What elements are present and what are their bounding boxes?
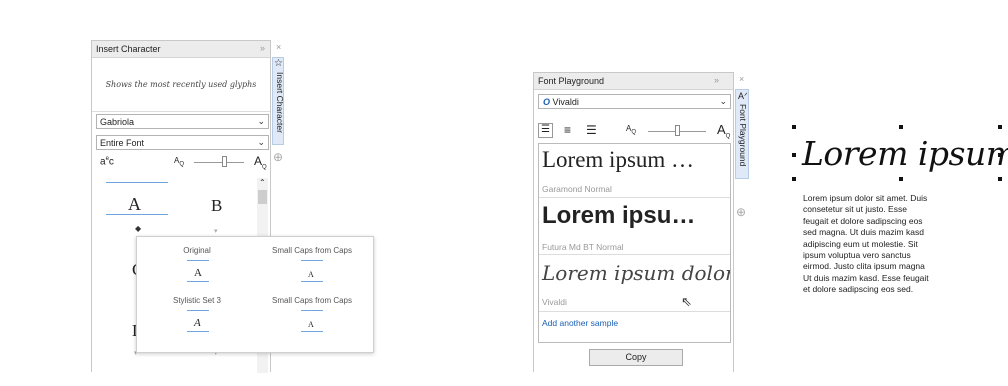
copy-button[interactable]: Copy — [589, 349, 683, 366]
body-line: sed magna. Ut duis mazim kasd — [803, 227, 924, 238]
collapse-icon[interactable]: » — [260, 43, 265, 53]
body-line: et dolore sadipscing eos sed. — [803, 284, 914, 295]
variant-baseline — [301, 281, 323, 282]
glyph-cell-b[interactable]: B — [211, 196, 222, 216]
canvas-heading[interactable]: Lorem ipsum — [802, 134, 1008, 173]
font-dropdown[interactable]: Gabriola ⌄ — [96, 114, 269, 129]
variant-label: Original — [183, 246, 211, 255]
variant-glyph[interactable]: A — [194, 317, 201, 329]
zoom-large-icon[interactable]: AQ — [254, 154, 267, 170]
sample-divider — [539, 197, 730, 198]
recent-glyphs-area: Shows the most recently used glyphs — [92, 58, 270, 112]
glyph-variants-popup: Original A Small Caps from Caps A Stylis… — [136, 236, 374, 353]
sample-divider — [539, 311, 730, 312]
variant-glyph[interactable]: A — [194, 267, 202, 279]
zoom-small-icon[interactable]: AQ — [174, 156, 184, 168]
selection-handle[interactable] — [998, 153, 1002, 157]
glyph-case-icon[interactable]: aec — [100, 156, 114, 167]
body-line: ipsum voluptua vero sanctus — [803, 250, 911, 261]
side-tab-label: Insert Character — [275, 72, 285, 133]
variant-topline — [301, 260, 323, 261]
star-icon: ☆ — [274, 58, 283, 69]
zoom-large-icon[interactable]: AQ — [717, 122, 730, 140]
variant-topline — [187, 310, 209, 311]
variant-topline — [187, 260, 209, 261]
range-dropdown-value: Entire Font — [100, 138, 145, 148]
playground-font-name: Vivaldi — [552, 97, 579, 107]
view-mode-paragraph-button[interactable]: ≡ — [564, 123, 571, 137]
sample-font-name: Futura Md BT Normal — [542, 242, 624, 252]
sample-text-garamond[interactable]: Lorem ipsum … — [542, 147, 694, 173]
body-line: Lorem ipsum dolor sit amet. Duis — [803, 193, 928, 203]
variant-label: Small Caps from Caps — [271, 296, 353, 305]
scrollbar-thumb[interactable] — [258, 190, 267, 204]
sample-font-name: Garamond Normal — [542, 184, 612, 194]
selection-handle[interactable] — [792, 125, 796, 129]
body-line: eirmod. Justo clita ipsum magna — [803, 261, 925, 272]
chevron-down-icon: ⌄ — [719, 96, 727, 106]
selection-handle[interactable] — [899, 125, 903, 129]
glyph-cell-a[interactable]: A — [128, 194, 141, 215]
view-mode-single-line-button[interactable]: ☰ — [538, 123, 553, 138]
glyph-variant-marker: ◆ — [135, 224, 142, 233]
variant-baseline — [301, 331, 323, 332]
insert-character-side-tab[interactable]: ☆ Insert Character — [272, 57, 285, 145]
glyph-baseline — [106, 182, 168, 183]
close-icon[interactable]: × — [739, 74, 744, 84]
selection-handle[interactable] — [792, 177, 796, 181]
range-dropdown[interactable]: Entire Font ⌄ — [96, 135, 269, 150]
variant-topline — [301, 310, 323, 311]
zoom-slider[interactable] — [194, 162, 244, 163]
selection-handle[interactable] — [792, 153, 796, 157]
add-docker-icon[interactable]: ⊕ — [273, 150, 283, 164]
zoom-small-icon[interactable]: AQ — [626, 124, 636, 136]
selection-handle[interactable] — [899, 177, 903, 181]
add-docker-icon[interactable]: ⊕ — [736, 205, 746, 219]
chevron-down-icon: ⌄ — [257, 137, 265, 147]
font-playground-side-tab[interactable]: Aᐟ Font Playground — [735, 89, 749, 179]
side-tab-label: Font Playground — [738, 104, 748, 167]
variant-glyph[interactable]: A — [308, 270, 314, 279]
samples-area: Lorem ipsum … Garamond Normal Lorem ipsu… — [538, 143, 731, 343]
body-line: consetetur sit ut justo. Esse — [803, 204, 907, 215]
playground-font-dropdown[interactable]: O Vivaldi ⌄ — [538, 94, 731, 109]
view-mode-waterfall-button[interactable]: ☰ — [586, 123, 597, 137]
variant-baseline — [187, 281, 209, 282]
insert-character-title: Insert Character — [96, 44, 161, 54]
sample-divider — [539, 254, 730, 255]
zoom-slider-thumb[interactable] — [222, 156, 227, 167]
scroll-up-icon[interactable]: ⌃ — [259, 178, 266, 187]
font-playground-titlebar: Font Playground » — [534, 73, 733, 90]
recent-glyphs-hint: Shows the most recently used glyphs — [105, 80, 257, 89]
variant-label: Small Caps from Caps — [271, 246, 353, 255]
selection-handle[interactable] — [998, 125, 1002, 129]
canvas-body-text[interactable]: Lorem ipsum dolor sit amet. Duis consete… — [803, 193, 993, 296]
font-playground-title: Font Playground — [538, 76, 605, 86]
body-line: feugait et dolore sadipscing eos — [803, 215, 923, 226]
close-icon[interactable]: × — [276, 42, 281, 52]
body-line: Ut duis mazim kasd. Esse feugait — [803, 272, 929, 283]
glyph-baseline — [106, 214, 168, 215]
opentype-icon: O — [543, 97, 551, 107]
sample-text-vivaldi[interactable]: Lorem ipsum dolor… — [542, 261, 730, 285]
selection-handle[interactable] — [998, 177, 1002, 181]
variant-glyph[interactable]: A — [308, 320, 314, 329]
font-dropdown-value: Gabriola — [100, 117, 135, 127]
font-playground-panel: Font Playground » O Vivaldi ⌄ ☰ ≡ ☰ AQ A… — [533, 72, 734, 372]
playground-font-value: O Vivaldi — [543, 97, 579, 107]
chevron-down-icon: ▾ — [214, 228, 218, 235]
variant-label: Stylistic Set 3 — [172, 296, 221, 305]
insert-character-titlebar: Insert Character » — [92, 41, 270, 58]
sample-font-name: Vivaldi — [542, 297, 567, 307]
body-line: adipiscing eum ut molestie. Sit — [803, 238, 918, 249]
add-sample-link[interactable]: Add another sample — [542, 318, 618, 328]
sample-size-slider-thumb[interactable] — [675, 125, 680, 136]
font-playground-tab-icon: Aᐟ — [738, 91, 748, 101]
collapse-icon[interactable]: » — [714, 75, 719, 85]
chevron-down-icon: ⌄ — [257, 116, 265, 126]
variant-baseline — [187, 331, 209, 332]
mouse-cursor-icon: ⇖ — [681, 294, 692, 309]
sample-text-futura[interactable]: Lorem ipsu… — [542, 202, 695, 230]
